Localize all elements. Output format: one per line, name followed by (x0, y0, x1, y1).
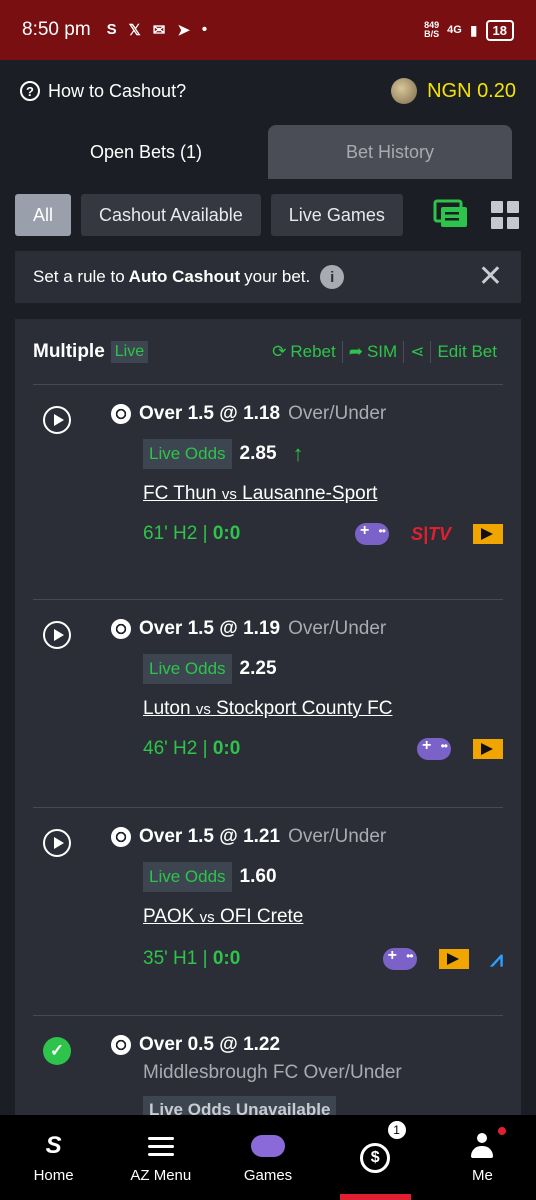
selection-pick: Over 1.5 @ 1.19 Over/Under (111, 618, 503, 640)
selection-pick: Over 0.5 @ 1.22 (111, 1034, 503, 1056)
refresh-icon: ⟳ (272, 341, 287, 361)
help-icon[interactable]: ? (20, 81, 40, 101)
football-icon (111, 1035, 131, 1055)
balance-amount: NGN 0.20 (427, 79, 516, 102)
cashout-icon: $ (360, 1142, 391, 1173)
live-odds: Live Odds 1.60 (143, 862, 503, 892)
notification-icons: S 𝕏 ✉ ➤ • (107, 21, 208, 39)
grid-view-icon[interactable] (491, 201, 519, 229)
share-arrow-icon: ➦ (348, 341, 363, 361)
how-to-cashout-link[interactable]: How to Cashout? (48, 81, 186, 102)
match-tracker-icon[interactable] (473, 739, 503, 759)
football-icon (111, 619, 131, 639)
header: ? How to Cashout? NGN 0.20 (0, 60, 536, 122)
active-indicator (339, 1194, 411, 1200)
selection-row: Over 1.5 @ 1.18 Over/Under Live Odds 2.8… (15, 385, 521, 599)
match-status: 35' H1 | 0:0 ⩘ (143, 946, 503, 972)
gamepad-icon[interactable] (382, 947, 417, 970)
match-tracker-icon[interactable] (438, 949, 469, 969)
battery-icon: 18 (485, 19, 514, 41)
live-odds: Live Odds 2.85 ↑ (143, 439, 503, 469)
play-icon[interactable] (43, 829, 71, 857)
notification-dot (498, 1127, 507, 1135)
network-type: 4G (447, 24, 462, 36)
rebet-button[interactable]: ⟳ Rebet (266, 342, 342, 362)
status-time: 8:50 pm (22, 19, 91, 40)
nav-az-menu[interactable]: AZ Menu (107, 1115, 214, 1200)
match-tracker-icon[interactable] (473, 524, 503, 544)
gamepad-icon (251, 1131, 285, 1161)
signal-icon: ▮ (469, 21, 478, 38)
bet-tabs: Open Bets (1) Bet History (24, 125, 512, 179)
card-header: Multiple Live ⟳ Rebet ➦ SIM ⋖ Edit Bet (15, 319, 521, 384)
match-link[interactable]: PAOK vs OFI Crete (143, 906, 503, 928)
bottom-nav: S Home AZ Menu Games $ 1 Me (0, 1115, 536, 1200)
rule-bold: Auto Cashout (128, 267, 241, 286)
balance[interactable]: NGN 0.20 (391, 78, 516, 104)
selection-pick: Over 1.5 @ 1.18 Over/Under (111, 403, 503, 425)
info-icon[interactable]: i (320, 265, 345, 289)
chat-bubble-icon: ✉ (152, 22, 166, 39)
tab-open-bets[interactable]: Open Bets (1) (24, 125, 268, 179)
check-icon: ✓ (43, 1037, 71, 1065)
share-icon: ⋖ (410, 341, 425, 361)
filter-cashout-available[interactable]: Cashout Available (81, 194, 261, 236)
network-speed: 849 B/S (424, 20, 440, 39)
person-icon (471, 1131, 494, 1161)
app-s-icon: S (106, 21, 117, 38)
tab-bet-history[interactable]: Bet History (268, 125, 512, 179)
share-button[interactable]: ⋖ (404, 342, 430, 362)
card-actions: ⟳ Rebet ➦ SIM ⋖ Edit Bet (266, 340, 503, 363)
nav-home[interactable]: S Home (0, 1115, 107, 1200)
bet-card: Multiple Live ⟳ Rebet ➦ SIM ⋖ Edit Bet Ove… (15, 319, 521, 1124)
match-link[interactable]: Luton vs Stockport County FC (143, 698, 503, 720)
gamepad-icon[interactable] (417, 737, 451, 760)
cashout-count-badge: 1 (385, 1119, 408, 1141)
edit-bet-button[interactable]: Edit Bet (431, 342, 503, 362)
selection-market: Middlesbrough FC Over/Under (143, 1062, 402, 1083)
auto-cashout-rule-bar[interactable]: Set a rule to Auto Cashout your bet. i ✕ (15, 251, 521, 303)
football-icon (111, 827, 131, 847)
gamepad-icon[interactable] (354, 522, 389, 545)
nav-cashout[interactable]: $ 1 (322, 1115, 429, 1200)
stv-icon[interactable]: S|TV (411, 524, 451, 545)
play-icon[interactable] (43, 406, 71, 434)
avatar[interactable] (391, 78, 418, 104)
x-icon: 𝕏 (128, 22, 141, 39)
live-odds: Live Odds 2.25 (143, 654, 503, 684)
stats-chart-icon[interactable]: ⩘ (491, 946, 503, 972)
match-status: 61' H2 | 0:0 S|TV (143, 522, 503, 545)
arrow-up-icon: ↑ (292, 441, 304, 466)
chat-icon[interactable] (432, 196, 468, 232)
bet-type-title: Multiple (33, 340, 105, 362)
selection-row: Over 1.5 @ 1.21 Over/Under Live Odds 1.6… (15, 808, 521, 1015)
home-logo-icon: S (45, 1132, 62, 1159)
status-right: 849 B/S 4G ▮ 18 (424, 19, 514, 41)
menu-icon (147, 1131, 174, 1161)
filter-chips: All Cashout Available Live Games (15, 194, 403, 236)
play-icon[interactable] (43, 621, 71, 649)
nav-me[interactable]: Me (429, 1115, 536, 1200)
live-badge: Live (110, 340, 149, 363)
match-link[interactable]: FC Thun vs Lausanne-Sport (143, 483, 503, 505)
sim-button[interactable]: ➦ SIM (343, 342, 403, 362)
selection-row: ✓ Over 0.5 @ 1.22 Middlesbrough FC Over/… (15, 1016, 521, 1124)
match-status: 46' H2 | 0:0 (143, 737, 503, 760)
rule-suffix: your bet. (244, 267, 311, 286)
rule-prefix: Set a rule to (33, 267, 125, 286)
close-icon[interactable]: ✕ (478, 262, 503, 292)
telegram-icon: ➤ (177, 22, 190, 39)
filter-all[interactable]: All (15, 194, 72, 236)
dot-icon: • (201, 21, 208, 38)
selection-row: Over 1.5 @ 1.19 Over/Under Live Odds 2.2… (15, 600, 521, 807)
nav-games[interactable]: Games (214, 1115, 321, 1200)
football-icon (111, 404, 131, 424)
status-bar: 8:50 pm S 𝕏 ✉ ➤ • 849 B/S 4G ▮ 18 (0, 0, 536, 60)
filter-live-games[interactable]: Live Games (270, 194, 403, 236)
selection-pick: Over 1.5 @ 1.21 Over/Under (111, 826, 503, 848)
